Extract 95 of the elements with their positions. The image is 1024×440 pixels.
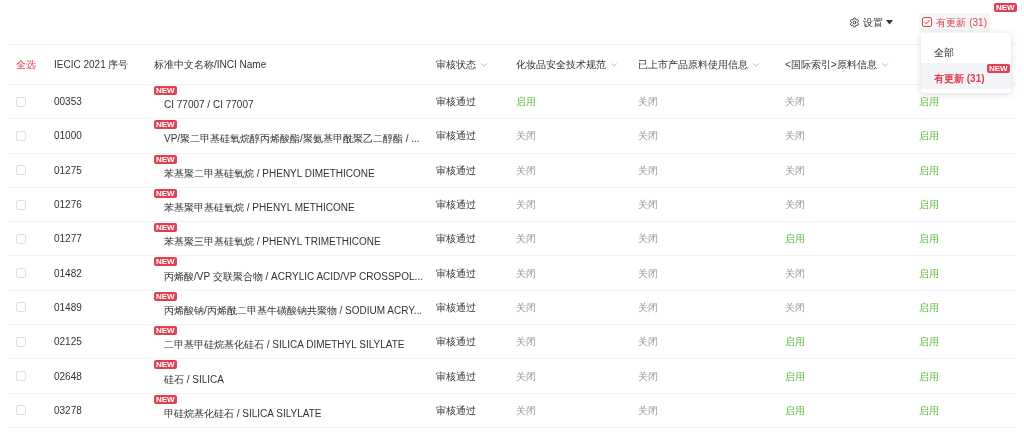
flag-cell: 启用 [919, 199, 939, 211]
id-cell: 01000 [54, 130, 82, 142]
status-cell: 审核通过 [436, 301, 476, 313]
status-cell: 审核通过 [436, 267, 476, 279]
ingredient-name: 硅石 / SILICA [164, 373, 224, 386]
id-cell: 01489 [54, 301, 82, 313]
flag-cell: 启用 [785, 404, 805, 416]
flag-cell: 启用 [785, 370, 805, 382]
ingredient-name: VP/聚二甲基硅氧烷醇丙烯酸酯/聚氨基甲酰聚乙二醇酯 / ... [164, 133, 420, 146]
new-badge: NEW [154, 394, 177, 404]
flag-cell: 关闭 [516, 199, 536, 211]
flag-cell: 启用 [919, 267, 939, 279]
new-badge: NEW [154, 360, 177, 370]
flag-cell: 关闭 [638, 404, 658, 416]
flag-cell: 启用 [919, 404, 939, 416]
ingredient-name: CI 77007 / CI 77007 [164, 99, 254, 112]
flag-cell: 关闭 [516, 233, 536, 245]
new-badge: NEW [994, 2, 1017, 12]
menu-item[interactable]: 全部 [921, 37, 1011, 63]
ingredient-name: 苯基聚二甲基硅氧烷 / PHENYL DIMETHICONE [164, 167, 375, 180]
flag-cell: 启用 [919, 233, 939, 245]
flag-cell: 关闭 [638, 164, 658, 176]
new-badge: NEW [987, 64, 1010, 73]
id-cell: 01275 [54, 164, 82, 176]
new-badge: NEW [154, 291, 177, 301]
checkbox[interactable] [922, 17, 933, 27]
id-cell: 01276 [54, 199, 82, 211]
flag-cell: 关闭 [516, 130, 536, 142]
id-cell: 00353 [54, 96, 82, 108]
new-badge: NEW [154, 86, 177, 95]
status-cell: 审核通过 [436, 96, 476, 108]
settings-icon [849, 16, 861, 28]
flag-cell: 关闭 [785, 301, 805, 313]
flag-cell: 关闭 [516, 301, 536, 313]
flag-cell: 启用 [919, 370, 939, 382]
flag-cell: 关闭 [638, 370, 658, 382]
status-cell: 审核通过 [436, 130, 476, 142]
menu-item[interactable]: 有更新 (31) NEW [921, 63, 1011, 89]
new-badge: NEW [154, 326, 177, 336]
ingredient-name: 甲硅烷基化硅石 / SILICA SILYLATE [164, 407, 322, 420]
id-cell: 01277 [54, 233, 82, 245]
column-header: IECIC 2021 序号 [54, 58, 129, 72]
status-cell: 审核通过 [436, 336, 476, 348]
column-header: 标准中文名称/INCI Name [154, 58, 267, 72]
column-header[interactable]: 化妆品安全技术规范 [516, 57, 619, 72]
status-cell: 审核通过 [436, 233, 476, 245]
flag-cell: 关闭 [516, 267, 536, 279]
id-cell: 02648 [54, 370, 82, 382]
flag-cell: 关闭 [516, 164, 536, 176]
flag-cell: 关闭 [638, 233, 658, 245]
flag-cell: 启用 [516, 96, 536, 108]
id-cell: 02125 [54, 336, 82, 348]
id-cell: 01482 [54, 267, 82, 279]
ingredient-name: 丙烯酸钠/丙烯酰二甲基牛磺酸钠共聚物 / SODIUM ACRY... [164, 304, 422, 317]
flag-cell: 关闭 [785, 130, 805, 142]
new-badge: NEW [154, 223, 177, 233]
new-badge: NEW [154, 154, 177, 164]
flag-cell: 启用 [919, 130, 939, 142]
status-cell: 审核通过 [436, 404, 476, 416]
ingredient-name: 丙烯酸/VP 交联聚合物 / ACRYLIC ACID/VP CROSSPOL... [164, 270, 423, 283]
select-all-link[interactable]: 全选 [16, 59, 36, 70]
flag-cell: 关闭 [638, 336, 658, 348]
ingredient-name: 二甲基甲硅烷基化硅石 / SILICA DIMETHYL SILYLATE [164, 339, 405, 352]
new-badge: NEW [154, 257, 177, 267]
status-cell: 审核通过 [436, 164, 476, 176]
flag-cell: 关闭 [638, 267, 658, 279]
flag-cell: 关闭 [516, 336, 536, 348]
flag-cell: 关闭 [638, 130, 658, 142]
column-header[interactable]: <国际索引>原料信息 [785, 57, 890, 72]
flag-cell: 启用 [919, 96, 939, 108]
flag-cell: 关闭 [516, 404, 536, 416]
column-header[interactable]: 审核状态 [436, 57, 489, 72]
flag-cell: 启用 [785, 233, 805, 245]
flag-cell: 关闭 [785, 96, 805, 108]
settings-button[interactable]: 设置 [849, 14, 894, 30]
flag-cell: 关闭 [785, 199, 805, 211]
flag-cell: 启用 [919, 164, 939, 176]
id-cell: 03278 [54, 404, 82, 416]
flag-cell: 关闭 [785, 164, 805, 176]
flag-cell: 启用 [919, 336, 939, 348]
flag-cell: 关闭 [516, 370, 536, 382]
flag-cell: 关闭 [638, 96, 658, 108]
caret-icon [886, 19, 894, 25]
ingredient-name: 苯基聚三甲基硅氧烷 / PHENYL TRIMETHICONE [164, 236, 381, 249]
status-cell: 审核通过 [436, 199, 476, 211]
flag-cell: 关闭 [785, 267, 805, 279]
flag-cell: 关闭 [638, 199, 658, 211]
new-badge: NEW [154, 120, 177, 130]
status-cell: 审核通过 [436, 370, 476, 382]
flag-cell: 关闭 [638, 301, 658, 313]
new-badge: NEW [154, 188, 177, 198]
flag-cell: 启用 [785, 336, 805, 348]
ingredient-name: 苯基聚甲基硅氧烷 / PHENYL METHICONE [164, 202, 355, 215]
flag-cell: 启用 [919, 301, 939, 313]
column-header[interactable]: 已上市产品原料使用信息 [638, 57, 761, 72]
